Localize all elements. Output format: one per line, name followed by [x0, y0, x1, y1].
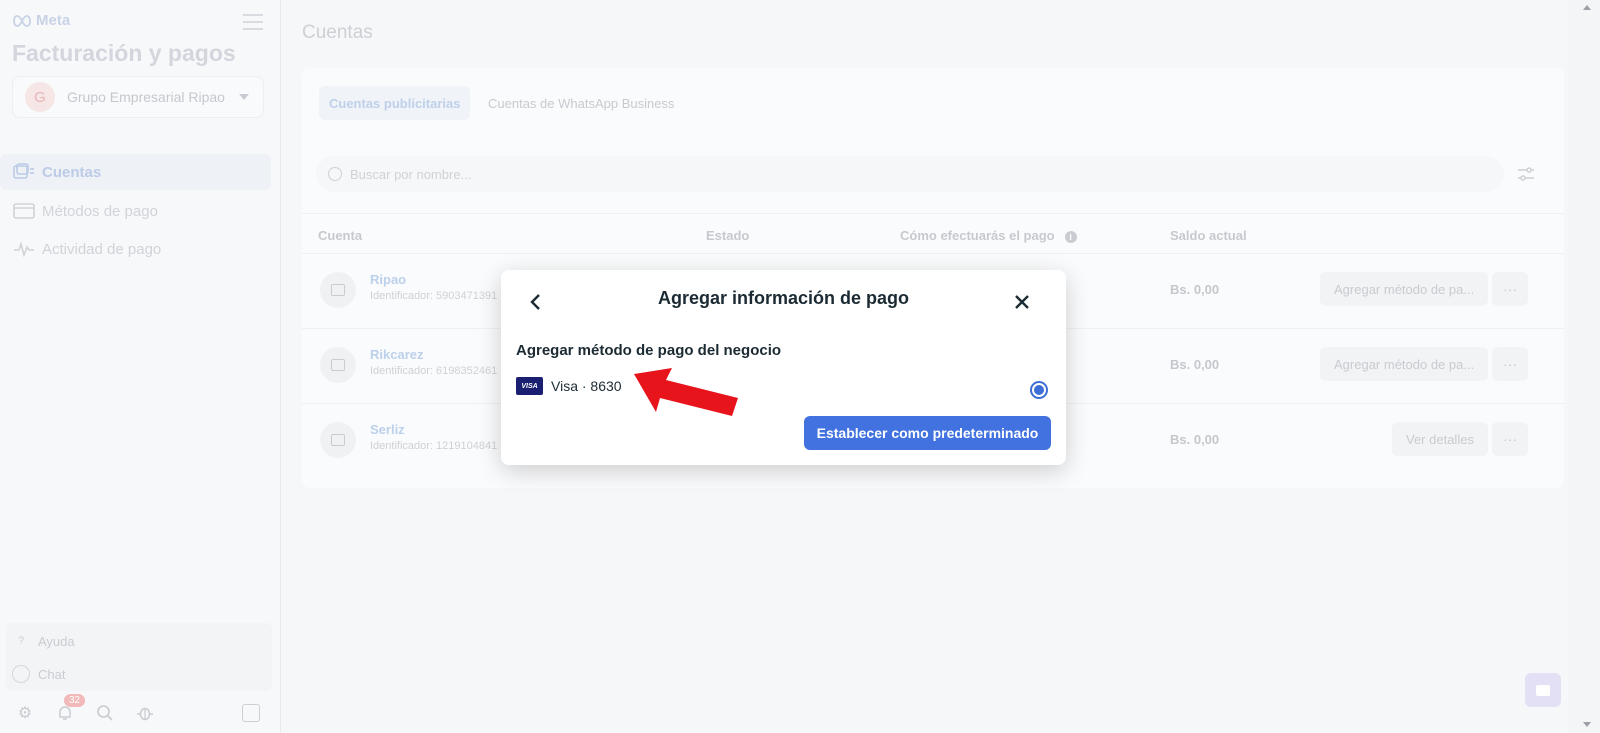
column-header: Cómo efectuarás el pago i — [900, 228, 1077, 243]
column-header-label: Cómo efectuarás el pago — [900, 228, 1055, 243]
message-icon — [1536, 684, 1550, 696]
chevron-down-icon — [239, 94, 249, 100]
feedback-chat-button[interactable] — [1525, 673, 1561, 707]
account-balance: Bs. 0,00 — [1170, 357, 1220, 372]
account-balance: Bs. 0,00 — [1170, 432, 1220, 447]
activity-icon — [12, 239, 36, 259]
page-title: Facturación y pagos — [12, 40, 236, 66]
sidebar-item-chat[interactable]: Chat — [12, 665, 65, 683]
more-options-button[interactable]: ··· — [1492, 272, 1528, 306]
sidebar: Meta Facturación y pagos G Grupo Empresa… — [0, 0, 281, 733]
dialog-title: Agregar información de pago — [657, 288, 910, 308]
add-payment-info-dialog: Agregar información de pago Agregar méto… — [501, 270, 1066, 465]
avatar: G — [25, 82, 55, 112]
ad-account-icon — [320, 272, 356, 308]
sidebar-footer: ⚙ 32 — [14, 694, 156, 724]
tab-cuentas-publicitarias[interactable]: Cuentas publicitarias — [319, 86, 471, 120]
more-options-button[interactable]: ··· — [1492, 422, 1528, 456]
red-arrow-annotation-icon — [634, 368, 738, 416]
filter-icon[interactable] — [1510, 158, 1542, 190]
brand-name: Meta — [36, 12, 71, 29]
meta-infinity-icon — [13, 14, 31, 27]
table-header: Cuenta Estado Cómo efectuarás el pago i S… — [302, 213, 1564, 253]
main-title: Cuentas — [302, 22, 373, 43]
scroll-down-icon[interactable] — [1583, 722, 1591, 727]
payment-method-option[interactable]: VISA Visa · 8630 — [516, 377, 622, 395]
scrollbar[interactable] — [1568, 0, 1600, 733]
sidebar-item-cuentas[interactable]: Cuentas — [0, 154, 271, 190]
sidebar-item-metodos-de-pago[interactable]: Métodos de pago — [0, 193, 271, 229]
tab-cuentas-whatsapp[interactable]: Cuentas de WhatsApp Business — [478, 86, 684, 120]
ad-account-icon — [320, 347, 356, 383]
info-icon[interactable]: i — [1064, 230, 1077, 243]
panel-toggle-icon[interactable] — [242, 704, 260, 722]
menu-icon[interactable] — [243, 14, 263, 30]
more-options-button[interactable]: ··· — [1492, 347, 1528, 381]
sidebar-item-label: Métodos de pago — [42, 202, 158, 220]
accounts-icon — [12, 162, 36, 182]
scroll-up-icon[interactable] — [1583, 5, 1591, 10]
payment-method-label: Visa · 8630 — [551, 378, 622, 394]
sidebar-item-actividad-de-pago[interactable]: Actividad de pago — [0, 231, 271, 267]
add-payment-method-button[interactable]: Agregar método de pa... — [1320, 272, 1489, 306]
search-icon[interactable] — [94, 702, 116, 724]
credit-card-icon — [12, 201, 36, 221]
close-icon[interactable] — [1010, 290, 1034, 314]
account-id: Identificador: 5903471391 — [370, 290, 498, 302]
bug-icon[interactable] — [134, 702, 156, 724]
set-default-button[interactable]: Establecer como predeterminado — [804, 416, 1051, 450]
sidebar-item-label: Cuentas — [42, 163, 102, 181]
account-id: Identificador: 6198352461 — [370, 365, 498, 377]
column-header: Cuenta — [318, 228, 363, 243]
meta-logo[interactable]: Meta — [12, 12, 70, 29]
sidebar-item-label: Actividad de pago — [42, 240, 162, 258]
sidebar-item-ayuda[interactable]: ? Ayuda — [12, 632, 75, 650]
gear-icon[interactable]: ⚙ — [14, 702, 36, 724]
business-selector[interactable]: G Grupo Empresarial Ripao — [12, 76, 264, 118]
sidebar-item-label: Ayuda — [38, 633, 75, 649]
chat-icon — [12, 665, 30, 683]
column-header: Saldo actual — [1170, 228, 1247, 243]
notification-badge: 32 — [64, 694, 86, 707]
help-icon: ? — [17, 635, 25, 647]
sidebar-item-label: Chat — [38, 666, 66, 682]
account-balance: Bs. 0,00 — [1170, 282, 1220, 297]
account-name[interactable]: Rikcarez — [370, 347, 423, 362]
account-id: Identificador: 1219104841 — [370, 440, 498, 452]
search-input[interactable] — [350, 166, 750, 182]
search-icon — [328, 167, 342, 181]
view-details-button[interactable]: Ver detalles — [1392, 422, 1488, 456]
business-name: Grupo Empresarial Ripao — [67, 89, 225, 105]
ad-account-icon — [320, 422, 356, 458]
dialog-subtitle: Agregar método de pago del negocio — [516, 342, 782, 359]
search-bar — [316, 156, 1504, 192]
column-header: Estado — [706, 228, 750, 243]
visa-logo-icon: VISA — [516, 377, 543, 395]
account-name[interactable]: Ripao — [370, 272, 406, 287]
bell-icon[interactable]: 32 — [54, 694, 86, 724]
account-name[interactable]: Serliz — [370, 422, 405, 437]
payment-method-radio[interactable] — [1030, 381, 1048, 399]
add-payment-method-button[interactable]: Agregar método de pa... — [1320, 347, 1489, 381]
